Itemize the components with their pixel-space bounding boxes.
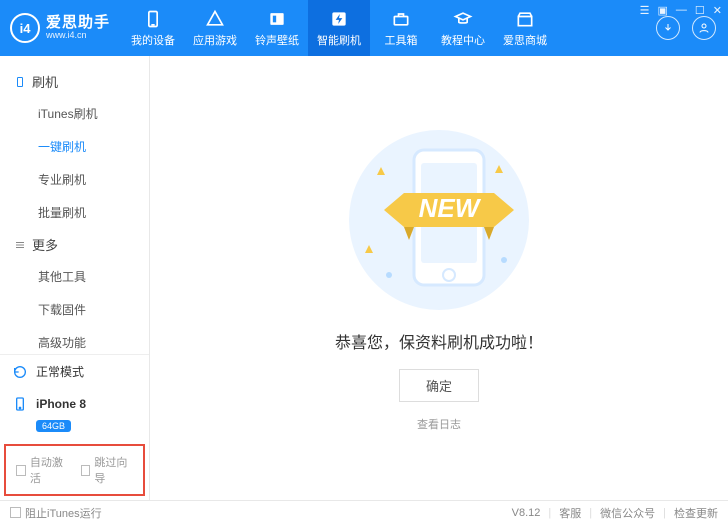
success-message: 恭喜您，保资料刷机成功啦！	[335, 329, 543, 353]
graduation-icon	[453, 9, 473, 29]
refresh-icon	[12, 364, 28, 380]
checkbox-auto-activate[interactable]: 自动激活	[16, 454, 69, 486]
tab-toolbox[interactable]: 工具箱	[370, 0, 432, 56]
tab-label: 应用游戏	[193, 32, 237, 48]
checkbox-box-icon	[10, 507, 21, 518]
sidebar: 刷机 iTunes刷机 一键刷机 专业刷机 批量刷机 更多 其他工具 下载固件 …	[0, 56, 150, 500]
tab-my-device[interactable]: 我的设备	[122, 0, 184, 56]
main-content: NEW 恭喜您，保资料刷机成功啦！ 确定 查看日志	[150, 56, 728, 500]
wallpaper-icon	[267, 9, 287, 29]
status-right: V8.12 | 客服 | 微信公众号 | 检查更新	[512, 505, 718, 521]
app-subtitle: www.i4.cn	[46, 31, 110, 41]
logo-text: 爱思助手 www.i4.cn	[46, 15, 110, 41]
phone-small-icon	[14, 76, 26, 88]
app-title: 爱思助手	[46, 15, 110, 32]
sidebar-bottom: 正常模式 iPhone 8 64GB 自动激活 跳过向导	[0, 354, 149, 500]
close-icon[interactable]: ✕	[713, 4, 722, 17]
separator: |	[548, 507, 551, 519]
sidebar-group-more[interactable]: 更多	[0, 229, 149, 260]
apps-icon	[205, 9, 225, 29]
toolbox-icon	[391, 9, 411, 29]
main-tabs: 我的设备 应用游戏 铃声壁纸 智能刷机 工具箱 教程中心 爱思商城	[122, 0, 556, 56]
phone-tiny-icon	[12, 396, 28, 412]
minimize-icon[interactable]: —	[676, 4, 687, 17]
success-illustration: NEW	[329, 115, 549, 315]
sidebar-item-other-tools[interactable]: 其他工具	[0, 260, 149, 293]
menu-small-icon	[14, 239, 26, 251]
separator: |	[663, 507, 666, 519]
tab-tutorials[interactable]: 教程中心	[432, 0, 494, 56]
tab-label: 智能刷机	[317, 32, 361, 48]
post-flash-options: 自动激活 跳过向导	[4, 444, 145, 496]
confirm-button[interactable]: 确定	[399, 369, 479, 402]
user-icon	[698, 22, 710, 34]
storage-badge: 64GB	[36, 420, 71, 432]
status-bar: 阻止iTunes运行 V8.12 | 客服 | 微信公众号 | 检查更新	[0, 500, 728, 524]
checkbox-block-itunes[interactable]: 阻止iTunes运行	[10, 505, 102, 521]
checkbox-label: 自动激活	[30, 454, 69, 486]
store-icon	[515, 9, 535, 29]
sidebar-item-batch-flash[interactable]: 批量刷机	[0, 196, 149, 229]
logo-icon: i4	[10, 13, 40, 43]
sidebar-group-flash[interactable]: 刷机	[0, 66, 149, 97]
phone-icon	[143, 9, 163, 29]
window-controls: ☰ ▣ — ☐ ✕	[640, 4, 722, 17]
group-title: 更多	[32, 235, 58, 254]
sidebar-item-onekey-flash[interactable]: 一键刷机	[0, 130, 149, 163]
checkbox-label: 阻止iTunes运行	[25, 505, 102, 521]
menu-icon[interactable]: ☰	[640, 4, 650, 17]
flash-icon	[329, 9, 349, 29]
app-header: i4 爱思助手 www.i4.cn 我的设备 应用游戏 铃声壁纸 智能刷机 工具…	[0, 0, 728, 56]
tab-store[interactable]: 爱思商城	[494, 0, 556, 56]
wechat-link[interactable]: 微信公众号	[600, 505, 655, 521]
checkbox-box-icon	[16, 465, 26, 476]
sidebar-item-download-firmware[interactable]: 下载固件	[0, 293, 149, 326]
separator: |	[589, 507, 592, 519]
banner-text: NEW	[419, 193, 482, 223]
tab-label: 工具箱	[385, 32, 418, 48]
sidebar-item-advanced[interactable]: 高级功能	[0, 326, 149, 354]
support-link[interactable]: 客服	[559, 505, 581, 521]
checkbox-box-icon	[81, 465, 91, 476]
checkbox-label: 跳过向导	[94, 454, 133, 486]
tab-apps-games[interactable]: 应用游戏	[184, 0, 246, 56]
logo: i4 爱思助手 www.i4.cn	[0, 13, 122, 43]
sidebar-item-itunes-flash[interactable]: iTunes刷机	[0, 97, 149, 130]
skin-icon[interactable]: ▣	[658, 4, 668, 17]
tab-smart-flash[interactable]: 智能刷机	[308, 0, 370, 56]
tab-label: 教程中心	[441, 32, 485, 48]
tab-label: 铃声壁纸	[255, 32, 299, 48]
user-button[interactable]	[692, 16, 716, 40]
device-info[interactable]: iPhone 8 64GB	[0, 388, 149, 440]
device-mode-label: 正常模式	[36, 363, 84, 380]
tab-label: 我的设备	[131, 32, 175, 48]
sidebar-item-pro-flash[interactable]: 专业刷机	[0, 163, 149, 196]
tab-ringtone-wallpaper[interactable]: 铃声壁纸	[246, 0, 308, 56]
group-title: 刷机	[32, 72, 58, 91]
view-log-link[interactable]: 查看日志	[417, 416, 461, 432]
sidebar-scroll: 刷机 iTunes刷机 一键刷机 专业刷机 批量刷机 更多 其他工具 下载固件 …	[0, 56, 149, 354]
download-icon	[662, 22, 674, 34]
tab-label: 爱思商城	[503, 32, 547, 48]
header-right	[656, 16, 728, 40]
device-mode[interactable]: 正常模式	[0, 355, 149, 388]
version-label: V8.12	[512, 507, 541, 519]
checkbox-skip-guide[interactable]: 跳过向导	[81, 454, 134, 486]
check-update-link[interactable]: 检查更新	[674, 505, 718, 521]
app-body: 刷机 iTunes刷机 一键刷机 专业刷机 批量刷机 更多 其他工具 下载固件 …	[0, 56, 728, 500]
maximize-icon[interactable]: ☐	[695, 4, 705, 17]
download-button[interactable]	[656, 16, 680, 40]
device-name: iPhone 8	[36, 397, 86, 411]
